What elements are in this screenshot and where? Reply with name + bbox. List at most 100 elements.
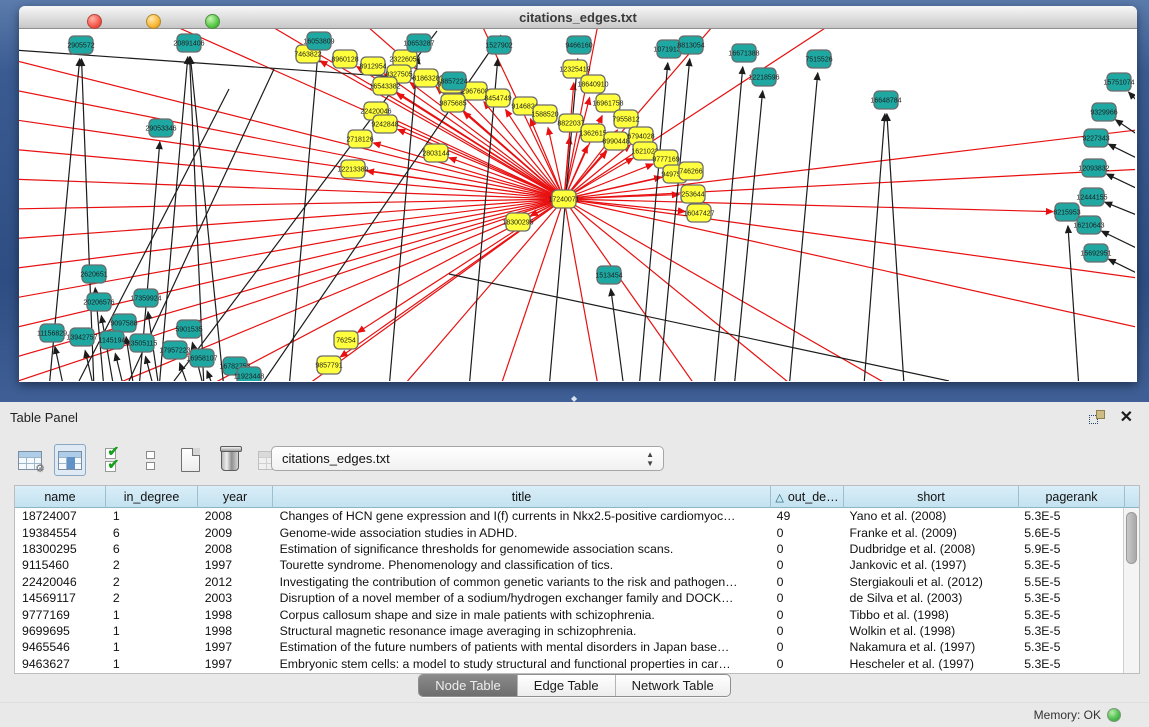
table-row[interactable]: 1938455462009Genome-wide association stu… (15, 524, 1123, 540)
graph-node[interactable]: 16053809 (303, 32, 334, 50)
graph-node[interactable]: 9227343 (1082, 129, 1109, 147)
graph-node[interactable]: 1588520 (531, 105, 558, 123)
graph-node[interactable]: 16543382 (369, 77, 400, 95)
graph-edge[interactable] (564, 199, 699, 381)
graph-node[interactable]: 76254 (334, 331, 358, 349)
graph-node[interactable]: 8454749 (484, 89, 511, 107)
graph-edge[interactable] (115, 354, 124, 381)
column-header-short[interactable]: short (844, 486, 1019, 508)
column-header-name[interactable]: name (15, 486, 106, 508)
graph-edge[interactable] (1109, 259, 1135, 284)
graph-node[interactable]: 16210643 (1073, 216, 1104, 234)
graph-edge[interactable] (1068, 226, 1079, 381)
graph-node[interactable]: 9466160 (565, 36, 592, 54)
graph-node[interactable]: 29053346 (145, 119, 176, 137)
network-window-titlebar[interactable]: citations_edges.txt (19, 6, 1137, 29)
table-row[interactable]: 946362711997Embryonic stem cells: a mode… (15, 656, 1123, 672)
graph-node[interactable]: 18640910 (577, 75, 608, 93)
graph-node[interactable]: 8960128 (331, 50, 358, 68)
graph-node[interactable]: 253644 (681, 185, 705, 203)
graph-node[interactable]: 8990448 (602, 132, 629, 150)
graph-node[interactable]: 16671388 (728, 44, 759, 62)
graph-edge[interactable] (449, 274, 949, 381)
graph-node[interactable]: 11156829 (37, 324, 67, 342)
graph-edge[interactable] (564, 169, 1135, 199)
tab-edge-table[interactable]: Edge Table (518, 675, 616, 696)
graph-node[interactable]: 7515526 (805, 50, 832, 68)
graph-node[interactable]: 17240071 (548, 190, 579, 208)
column-header-year[interactable]: year (198, 486, 273, 508)
table-row[interactable]: 969969511998Structural magnetic resonanc… (15, 623, 1123, 639)
memory-led-indicator[interactable] (1107, 708, 1121, 722)
table-row[interactable]: 1830029562008Estimation of significance … (15, 541, 1123, 557)
graph-edge[interactable] (1105, 202, 1135, 224)
graph-node[interactable]: 9875685 (439, 94, 466, 112)
graph-edge[interactable] (789, 73, 818, 381)
graph-node[interactable]: 9097588 (110, 314, 137, 332)
graph-node[interactable]: 15751074 (1103, 73, 1134, 91)
graph-edge[interactable] (55, 347, 64, 381)
graph-node[interactable]: 9242848 (371, 115, 398, 133)
graph-edge[interactable] (564, 199, 599, 381)
graph-node[interactable]: 15692951 (1080, 244, 1111, 262)
select-all-columns-button[interactable]: ✔ ✔ (94, 444, 126, 476)
table-scrollbar[interactable] (1123, 508, 1139, 673)
graph-edge[interactable] (1129, 92, 1135, 124)
graph-node[interactable]: 1527902 (485, 36, 512, 54)
graph-node[interactable]: 12093832 (1078, 159, 1109, 177)
graph-node[interactable]: 13942757 (66, 328, 97, 346)
graph-node[interactable]: 8186328 (412, 69, 439, 87)
graph-edge[interactable] (207, 371, 214, 381)
graph-node[interactable]: 2905572 (67, 36, 94, 54)
graph-edge[interactable] (611, 289, 624, 381)
table-row[interactable]: 977716911998Corpus callosum shape and si… (15, 606, 1123, 622)
create-column-button[interactable] (174, 444, 206, 476)
graph-edge[interactable] (1107, 174, 1135, 199)
network-window[interactable]: citations_edges.txt 17240071183002957463… (19, 6, 1137, 382)
column-header-in_degree[interactable]: in_degree (106, 486, 198, 508)
table-row[interactable]: 946554611997Estimation of the future num… (15, 639, 1123, 655)
graph-node[interactable]: 8813054 (677, 36, 704, 54)
graph-edge[interactable] (564, 199, 899, 381)
graph-node[interactable]: 9329966 (1090, 103, 1117, 121)
graph-edge[interactable] (19, 199, 564, 299)
graph-node[interactable]: 746266 (679, 162, 703, 180)
graph-node[interactable]: 16961758 (592, 94, 623, 112)
graph-node[interactable]: 2803144 (422, 144, 449, 162)
graph-node[interactable]: 16648784 (870, 91, 901, 109)
graph-node[interactable]: 8912954 (359, 57, 386, 75)
graph-node[interactable]: 12218596 (748, 68, 779, 86)
graph-node[interactable]: 18300295 (502, 213, 533, 231)
graph-edge[interactable] (864, 114, 885, 381)
network-canvas[interactable]: 1724007118300295746382289601288912954232… (19, 29, 1135, 381)
float-panel-icon[interactable] (1089, 410, 1105, 424)
table-row[interactable]: 1872400712008Changes of HCN gene express… (15, 508, 1123, 524)
graph-edge[interactable] (564, 199, 1053, 212)
table-mode-button[interactable]: ⚙ (14, 444, 46, 476)
tab-node-table[interactable]: Node Table (419, 675, 518, 696)
graph-edge[interactable] (19, 149, 564, 199)
graph-node[interactable]: 16047427 (683, 204, 714, 222)
graph-node[interactable]: 1513454 (595, 266, 622, 284)
graph-edge[interactable] (887, 114, 904, 381)
tab-network-table[interactable]: Network Table (616, 675, 730, 696)
delete-column-button[interactable] (214, 444, 246, 476)
graph-node[interactable]: 5901535 (175, 320, 202, 338)
graph-edge[interactable] (19, 179, 564, 199)
graph-node[interactable]: 12444155 (1076, 188, 1107, 206)
graph-node[interactable]: 12213389 (337, 160, 368, 178)
unselect-all-columns-button[interactable] (134, 444, 166, 476)
graph-node[interactable]: 1145194 (99, 331, 126, 349)
graph-node[interactable]: 8215953 (1053, 203, 1080, 221)
graph-node[interactable]: 20891406 (173, 34, 204, 52)
graph-edge[interactable] (19, 199, 564, 209)
graph-node[interactable]: 11923448 (234, 367, 265, 381)
column-header-out_de[interactable]: △out_de… (771, 486, 844, 508)
graph-node[interactable]: 16958107 (186, 349, 217, 367)
graph-node[interactable]: 13505115 (127, 334, 158, 352)
column-header-pagerank[interactable]: pagerank (1019, 486, 1125, 508)
graph-node[interactable]: 9857791 (315, 356, 342, 374)
graph-edge[interactable] (389, 57, 418, 381)
show-columns-button[interactable] (54, 444, 86, 476)
graph-node[interactable]: 2718126 (346, 130, 373, 148)
